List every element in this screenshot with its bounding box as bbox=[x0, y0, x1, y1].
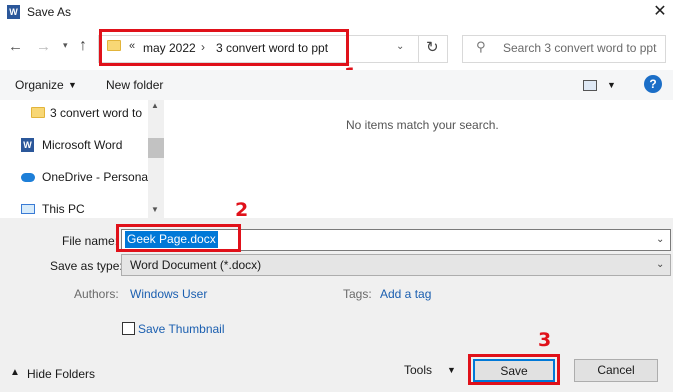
tools-button[interactable]: Tools bbox=[404, 363, 432, 377]
view-dropdown-icon[interactable]: ▼ bbox=[607, 80, 616, 90]
tools-dropdown-icon[interactable]: ▼ bbox=[447, 365, 456, 375]
search-icon: ⚲ bbox=[476, 39, 486, 54]
file-name-dropdown-icon[interactable]: ⌄ bbox=[656, 234, 664, 245]
search-placeholder: Search 3 convert word to ppt bbox=[503, 41, 657, 55]
sidebar-item-current-folder[interactable]: 3 convert word to bbox=[50, 106, 142, 120]
computer-icon bbox=[21, 204, 35, 214]
annotation-box-1 bbox=[99, 29, 349, 66]
file-name-label: File name: bbox=[62, 234, 119, 248]
empty-results-message: No items match your search. bbox=[346, 118, 499, 132]
annotation-number-2: 2 bbox=[235, 199, 249, 221]
word-icon: W bbox=[21, 138, 34, 152]
window-title: Save As bbox=[27, 5, 72, 19]
title-bar bbox=[0, 0, 673, 26]
sidebar-item-microsoft-word[interactable]: Microsoft Word bbox=[42, 138, 122, 152]
address-dropdown-icon[interactable]: ⌄ bbox=[396, 41, 404, 52]
organize-button[interactable]: Organize bbox=[15, 78, 64, 92]
onedrive-icon bbox=[21, 173, 35, 182]
forward-arrow-icon[interactable]: → bbox=[36, 38, 51, 55]
cancel-button[interactable]: Cancel bbox=[574, 359, 658, 382]
new-folder-button[interactable]: New folder bbox=[106, 78, 163, 92]
annotation-box-2 bbox=[116, 224, 241, 252]
save-as-type-dropdown-icon[interactable]: ⌄ bbox=[656, 259, 664, 270]
annotation-box-3 bbox=[468, 354, 560, 385]
help-icon[interactable]: ? bbox=[644, 75, 662, 93]
recent-locations-chevron-icon[interactable]: ▾ bbox=[63, 40, 68, 51]
scroll-thumb[interactable] bbox=[148, 138, 164, 158]
command-toolbar bbox=[0, 70, 673, 100]
organize-dropdown-icon[interactable]: ▼ bbox=[68, 80, 77, 90]
save-thumbnail-label[interactable]: Save Thumbnail bbox=[138, 322, 225, 336]
authors-value[interactable]: Windows User bbox=[130, 287, 207, 301]
scroll-up-icon[interactable]: ▲ bbox=[151, 101, 159, 110]
save-thumbnail-checkbox[interactable] bbox=[122, 322, 135, 335]
authors-label: Authors: bbox=[74, 287, 119, 301]
hide-folders-button[interactable]: Hide Folders bbox=[27, 367, 95, 381]
word-app-icon: W bbox=[7, 5, 20, 19]
sidebar-item-this-pc[interactable]: This PC bbox=[42, 202, 85, 216]
annotation-number-3: 3 bbox=[538, 329, 552, 351]
save-as-type-label: Save as type: bbox=[50, 259, 123, 273]
sidebar-item-onedrive[interactable]: OneDrive - Personal bbox=[42, 170, 151, 184]
view-options-icon[interactable] bbox=[583, 80, 597, 91]
back-arrow-icon[interactable]: ← bbox=[8, 38, 23, 55]
hide-folders-chevron-icon[interactable]: ▲ bbox=[10, 367, 20, 378]
tags-label: Tags: bbox=[343, 287, 372, 301]
close-icon[interactable]: ✕ bbox=[650, 2, 670, 22]
folder-icon bbox=[31, 107, 45, 118]
scroll-down-icon[interactable]: ▼ bbox=[151, 205, 159, 214]
tags-value[interactable]: Add a tag bbox=[380, 287, 431, 301]
up-arrow-icon[interactable]: ↑ bbox=[79, 37, 87, 55]
sidebar-scrollbar[interactable] bbox=[148, 100, 164, 218]
refresh-icon[interactable]: ↻ bbox=[426, 38, 439, 56]
save-as-type-value[interactable]: Word Document (*.docx) bbox=[130, 258, 261, 272]
